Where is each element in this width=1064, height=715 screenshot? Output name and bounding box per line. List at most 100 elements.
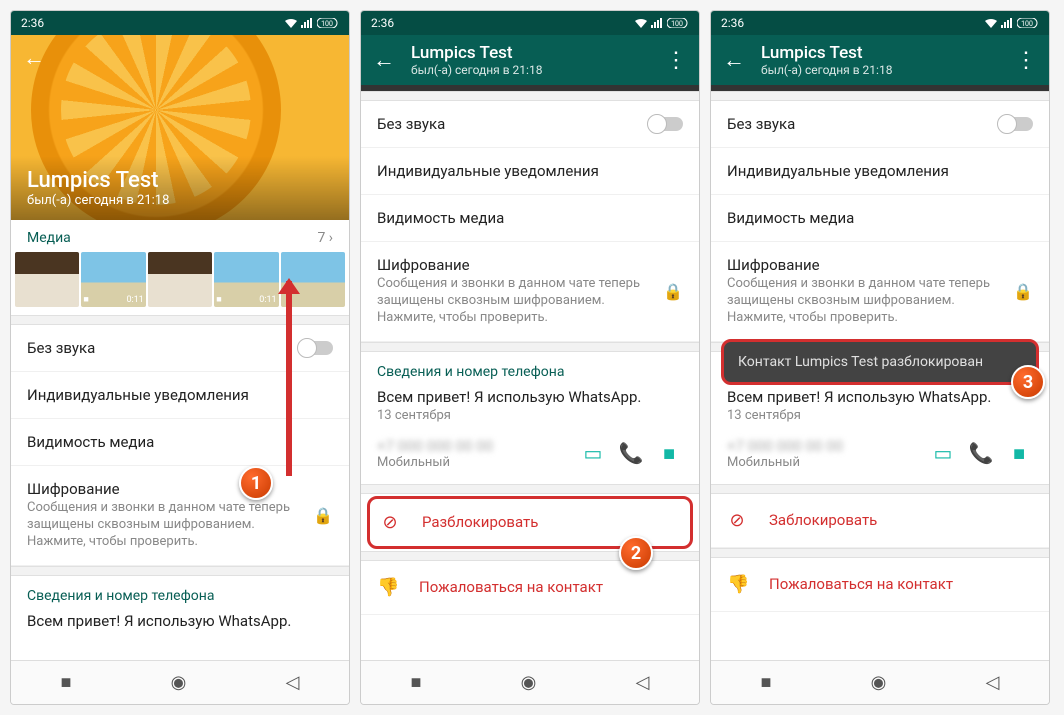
lock-icon: 🔒	[1013, 282, 1033, 301]
signal-icon	[651, 18, 663, 28]
status-time: 2:36	[371, 16, 394, 30]
status-bar: 2:36 100	[711, 11, 1049, 35]
info-header: Сведения и номер телефона	[377, 364, 683, 380]
encryption-row[interactable]: Шифрование Сообщения и звонки в данном ч…	[361, 242, 699, 342]
phone-screen-1: 2:36 100 ← Lumpics Test был(-а) сегодня …	[10, 10, 350, 705]
report-button[interactable]: 👎 Пожаловаться на контакт	[361, 561, 699, 615]
unblock-label: Разблокировать	[422, 513, 538, 531]
back-icon[interactable]: ←	[723, 47, 745, 73]
block-button[interactable]: ⊘ Заблокировать	[711, 494, 1049, 548]
encryption-row[interactable]: Шифрование Сообщения и звонки в данном ч…	[11, 466, 349, 566]
report-button[interactable]: 👎 Пожаловаться на контакт	[711, 558, 1049, 612]
notifications-row[interactable]: Индивидуальные уведомления	[361, 148, 699, 195]
mute-toggle[interactable]	[999, 117, 1033, 131]
info-status: Всем привет! Я использую WhatsApp.	[727, 388, 1033, 406]
message-icon[interactable]: ▭	[579, 441, 607, 465]
nav-recent-icon[interactable]: ■	[761, 672, 772, 693]
media-thumb[interactable]	[148, 252, 212, 307]
media-label: Медиа	[27, 230, 71, 246]
hero-overlay: Lumpics Test был(-а) сегодня в 21:18	[11, 156, 349, 220]
nav-recent-icon[interactable]: ■	[61, 672, 72, 693]
encryption-sub: Сообщения и звонки в данном чате теперь …	[27, 500, 299, 551]
video-icon: ■	[83, 294, 88, 305]
mute-label: Без звука	[727, 115, 985, 133]
profile-hero: ← Lumpics Test был(-а) сегодня в 21:18	[11, 35, 349, 220]
contact-last-seen: был(-а) сегодня в 21:18	[27, 193, 333, 208]
signal-icon	[301, 18, 313, 28]
header-last-seen: был(-а) сегодня в 21:18	[411, 63, 649, 77]
divider	[711, 91, 1049, 101]
back-icon[interactable]: ←	[373, 47, 395, 73]
block-label: Заблокировать	[769, 511, 877, 529]
more-icon[interactable]: ⋮	[1015, 48, 1037, 73]
report-label: Пожаловаться на контакт	[769, 575, 953, 593]
media-visibility-row[interactable]: Видимость медиа	[11, 419, 349, 466]
status-icons: 100	[635, 18, 689, 28]
chat-header: ← Lumpics Test был(-а) сегодня в 21:18 ⋮	[711, 35, 1049, 85]
media-thumb[interactable]	[15, 252, 79, 307]
back-icon[interactable]: ←	[23, 45, 45, 71]
nav-home-icon[interactable]: ◉	[171, 672, 187, 693]
mute-toggle[interactable]	[649, 117, 683, 131]
wifi-icon	[985, 18, 997, 28]
more-icon[interactable]: ⋮	[665, 48, 687, 73]
media-thumb[interactable]: ■0:11	[214, 252, 278, 307]
callout-1: 1	[239, 466, 273, 500]
info-block: Сведения и номер телефона Всем привет! Я…	[361, 352, 699, 427]
mute-row[interactable]: Без звука	[361, 101, 699, 148]
mute-row[interactable]: Без звука	[11, 325, 349, 372]
video-duration: 0:11	[126, 295, 143, 305]
header-name: Lumpics Test	[411, 43, 649, 63]
nav-recent-icon[interactable]: ■	[411, 672, 422, 693]
svg-text:100: 100	[1021, 20, 1033, 28]
battery-icon: 100	[1017, 18, 1039, 28]
callout-2: 2	[619, 536, 653, 570]
nav-back-icon[interactable]: ◁	[636, 672, 650, 693]
encryption-sub: Сообщения и звонки в данном чате теперь …	[377, 276, 649, 327]
video-call-icon[interactable]: ■	[1005, 441, 1033, 466]
nav-home-icon[interactable]: ◉	[521, 672, 537, 693]
media-visibility-label: Видимость медиа	[727, 209, 1033, 227]
notifications-label: Индивидуальные уведомления	[727, 162, 1033, 180]
phone-screen-3: 2:36 100 ← Lumpics Test был(-а) сегодня …	[710, 10, 1050, 705]
divider	[361, 91, 699, 101]
report-label: Пожаловаться на контакт	[419, 578, 603, 596]
mute-row[interactable]: Без звука	[711, 101, 1049, 148]
block-icon: ⊘	[727, 510, 747, 531]
nav-back-icon[interactable]: ◁	[286, 672, 300, 693]
signal-icon	[1001, 18, 1013, 28]
encryption-row[interactable]: Шифрование Сообщения и звонки в данном ч…	[711, 242, 1049, 342]
call-icon[interactable]: 📞	[967, 441, 995, 465]
message-icon[interactable]: ▭	[929, 441, 957, 465]
status-icons: 100	[285, 18, 339, 28]
notifications-row[interactable]: Индивидуальные уведомления	[11, 372, 349, 419]
video-call-icon[interactable]: ■	[655, 441, 683, 466]
android-navbar: ■ ◉ ◁	[361, 660, 699, 704]
divider	[711, 548, 1049, 558]
encryption-sub: Сообщения и звонки в данном чате теперь …	[727, 276, 999, 327]
contact-name: Lumpics Test	[27, 168, 333, 193]
thumbs-down-icon: 👎	[727, 574, 747, 595]
divider	[711, 484, 1049, 494]
svg-text:100: 100	[671, 20, 683, 28]
status-time: 2:36	[721, 16, 744, 30]
annotation-arrow	[286, 281, 292, 476]
call-icon[interactable]: 📞	[617, 441, 645, 465]
notifications-row[interactable]: Индивидуальные уведомления	[711, 148, 1049, 195]
info-date: 13 сентября	[377, 408, 683, 423]
media-header[interactable]: Медиа 7 ›	[11, 220, 349, 252]
media-visibility-row[interactable]: Видимость медиа	[361, 195, 699, 242]
android-navbar: ■ ◉ ◁	[711, 660, 1049, 704]
nav-back-icon[interactable]: ◁	[986, 672, 1000, 693]
phone-number: +7 000 000 00 00	[377, 437, 569, 455]
mute-toggle[interactable]	[299, 341, 333, 355]
phone-number-row[interactable]: +7 000 000 00 00 Мобильный ▭ 📞 ■	[711, 427, 1049, 484]
nav-home-icon[interactable]: ◉	[871, 672, 887, 693]
chat-header: ← Lumpics Test был(-а) сегодня в 21:18 ⋮	[361, 35, 699, 85]
phone-number-row[interactable]: +7 000 000 00 00 Мобильный ▭ 📞 ■	[361, 427, 699, 484]
media-thumb[interactable]: ■ 0:11	[81, 252, 145, 307]
lock-icon: 🔒	[663, 282, 683, 301]
media-count: 7 ›	[317, 230, 333, 246]
media-visibility-row[interactable]: Видимость медиа	[711, 195, 1049, 242]
header-last-seen: был(-а) сегодня в 21:18	[761, 63, 999, 77]
